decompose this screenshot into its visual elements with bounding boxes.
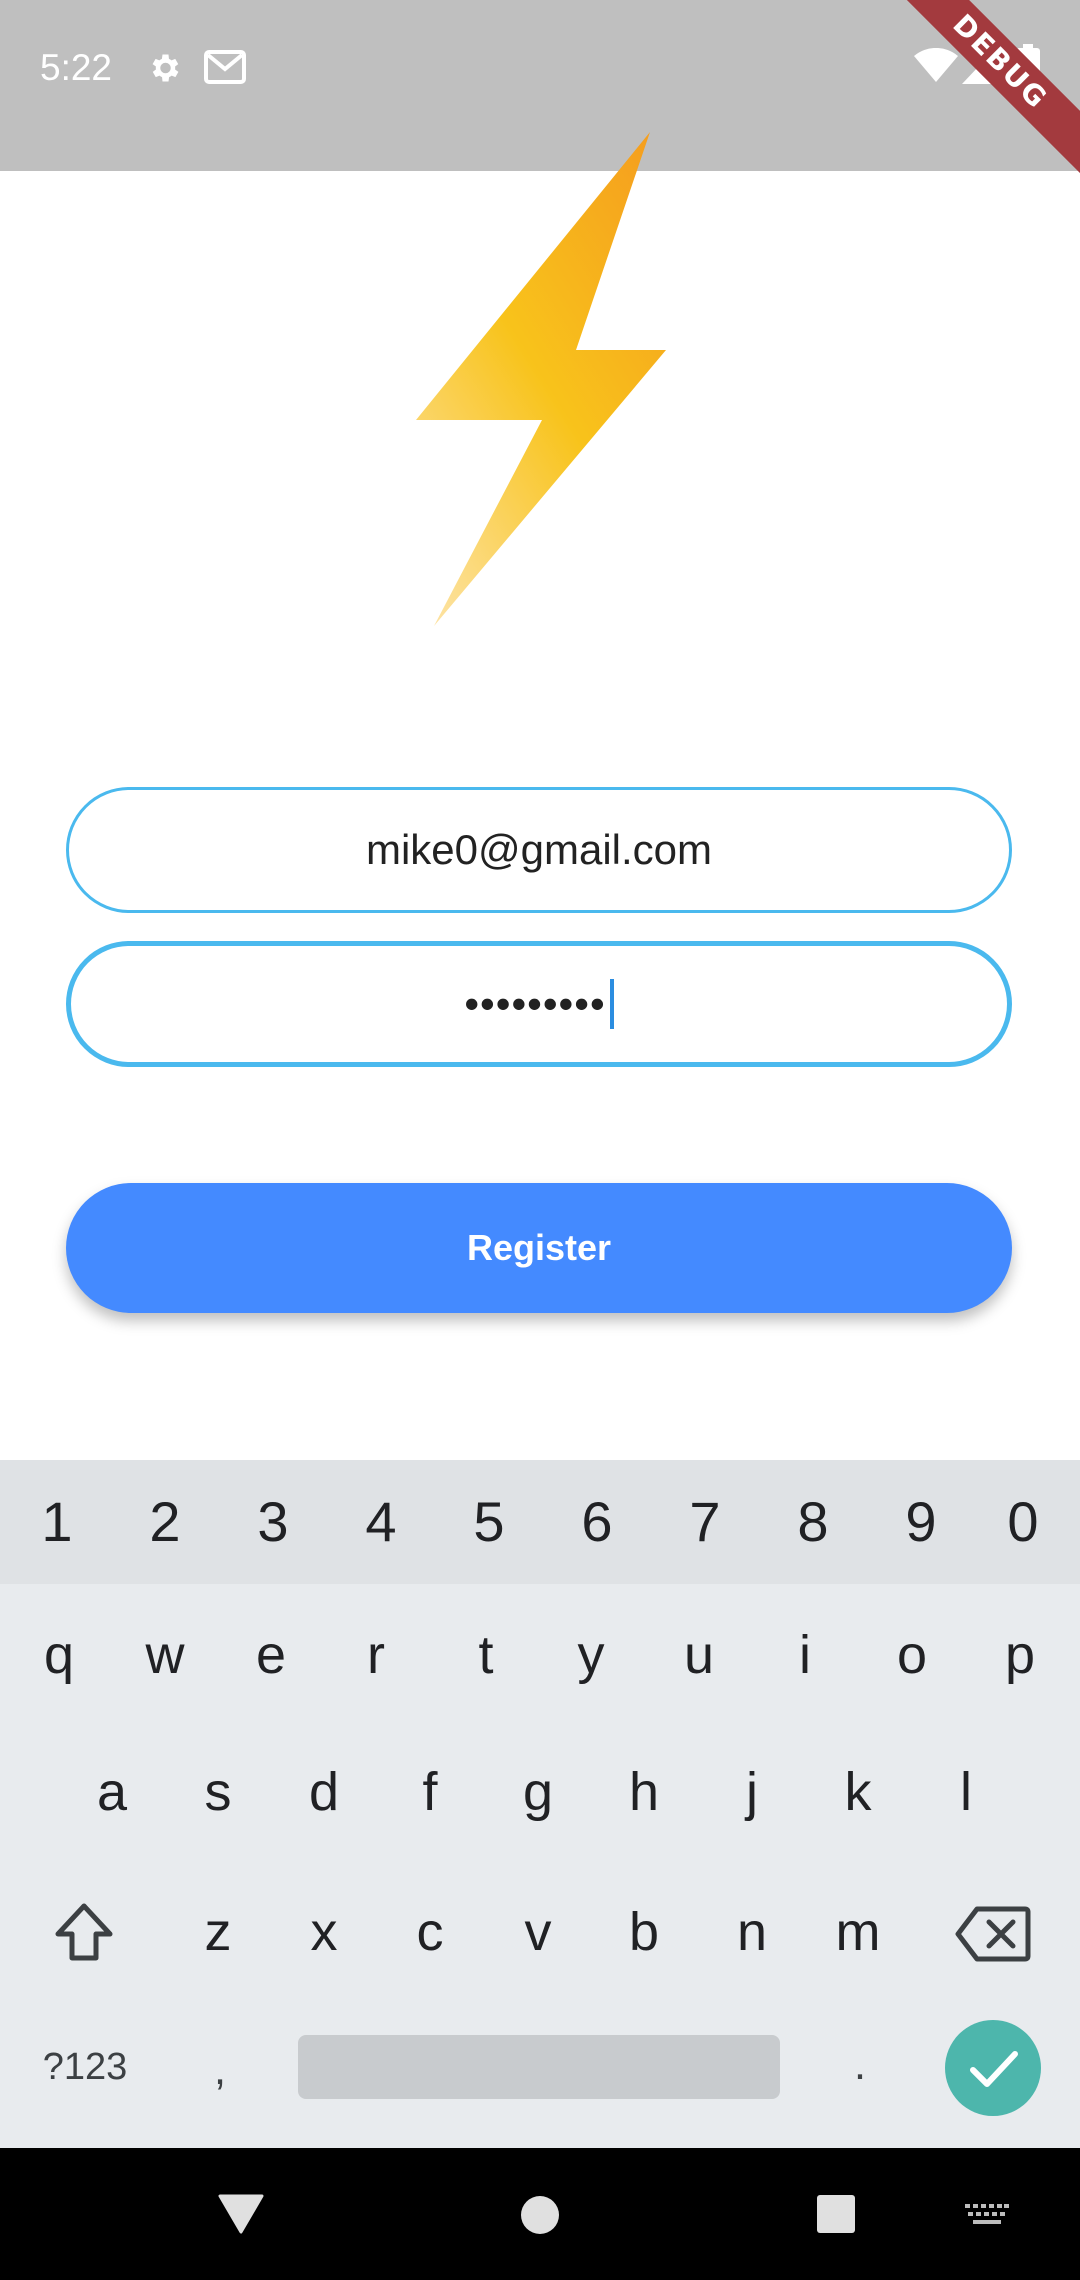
key-w[interactable]: w: [111, 1595, 219, 1715]
key-a[interactable]: a: [58, 1732, 166, 1852]
key-3[interactable]: 3: [219, 1460, 327, 1584]
shift-icon[interactable]: [52, 1900, 116, 1964]
period-key[interactable]: .: [800, 2015, 920, 2115]
key-s[interactable]: s: [164, 1732, 272, 1852]
key-q[interactable]: q: [5, 1595, 113, 1715]
key-0[interactable]: 0: [969, 1460, 1077, 1584]
key-t[interactable]: t: [432, 1595, 540, 1715]
key-v[interactable]: v: [484, 1872, 592, 1992]
symbols-key[interactable]: ?123: [25, 2017, 145, 2117]
key-8[interactable]: 8: [759, 1460, 867, 1584]
key-g[interactable]: g: [484, 1732, 592, 1852]
recents-icon[interactable]: [816, 2194, 856, 2234]
check-icon: [970, 2051, 1018, 2087]
key-f[interactable]: f: [376, 1732, 484, 1852]
key-l[interactable]: l: [912, 1732, 1020, 1852]
key-z[interactable]: z: [164, 1872, 272, 1992]
register-button[interactable]: Register: [66, 1183, 1012, 1313]
key-5[interactable]: 5: [435, 1460, 543, 1584]
text-cursor: [609, 978, 614, 1029]
debug-banner: DEBUG: [885, 0, 1080, 177]
password-field[interactable]: •••••••••: [66, 941, 1012, 1067]
key-6[interactable]: 6: [543, 1460, 651, 1584]
key-j[interactable]: j: [698, 1732, 806, 1852]
key-k[interactable]: k: [804, 1732, 912, 1852]
wifi-icon: [914, 48, 958, 82]
back-icon[interactable]: [218, 2194, 264, 2234]
key-7[interactable]: 7: [651, 1460, 759, 1584]
key-b[interactable]: b: [590, 1872, 698, 1992]
key-n[interactable]: n: [698, 1872, 806, 1992]
email-value: mike0@gmail.com: [365, 826, 713, 873]
gmail-icon: [204, 50, 246, 84]
status-time: 5:22: [40, 47, 113, 88]
comma-key[interactable]: ,: [160, 2020, 280, 2120]
key-u[interactable]: u: [645, 1595, 753, 1715]
number-row: 1 2 3 4 5 6 7 8 9 0: [0, 1460, 1080, 1584]
key-x[interactable]: x: [270, 1872, 378, 1992]
key-p[interactable]: p: [966, 1595, 1074, 1715]
key-m[interactable]: m: [804, 1872, 912, 1992]
enter-key[interactable]: [945, 2020, 1041, 2116]
space-key[interactable]: [298, 2035, 780, 2099]
key-r[interactable]: r: [322, 1595, 430, 1715]
soft-keyboard: 1 2 3 4 5 6 7 8 9 0 q w e r t y u i o p …: [0, 1460, 1080, 2148]
key-h[interactable]: h: [590, 1732, 698, 1852]
key-1[interactable]: 1: [3, 1460, 111, 1584]
key-2[interactable]: 2: [111, 1460, 219, 1584]
key-o[interactable]: o: [858, 1595, 966, 1715]
key-d[interactable]: d: [270, 1732, 378, 1852]
settings-icon: [152, 54, 179, 82]
backspace-icon[interactable]: [955, 1905, 1031, 1963]
key-i[interactable]: i: [751, 1595, 859, 1715]
key-9[interactable]: 9: [867, 1460, 975, 1584]
key-4[interactable]: 4: [327, 1460, 435, 1584]
lightning-bolt-icon: [416, 132, 666, 626]
keyboard-switch-icon[interactable]: [965, 2204, 1009, 2230]
navigation-bar: [0, 2148, 1080, 2280]
password-value: •••••••••: [464, 980, 606, 1027]
key-y[interactable]: y: [537, 1595, 645, 1715]
key-e[interactable]: e: [217, 1595, 325, 1715]
email-field[interactable]: mike0@gmail.com: [66, 787, 1012, 913]
key-c[interactable]: c: [376, 1872, 484, 1992]
home-icon[interactable]: [519, 2194, 561, 2236]
